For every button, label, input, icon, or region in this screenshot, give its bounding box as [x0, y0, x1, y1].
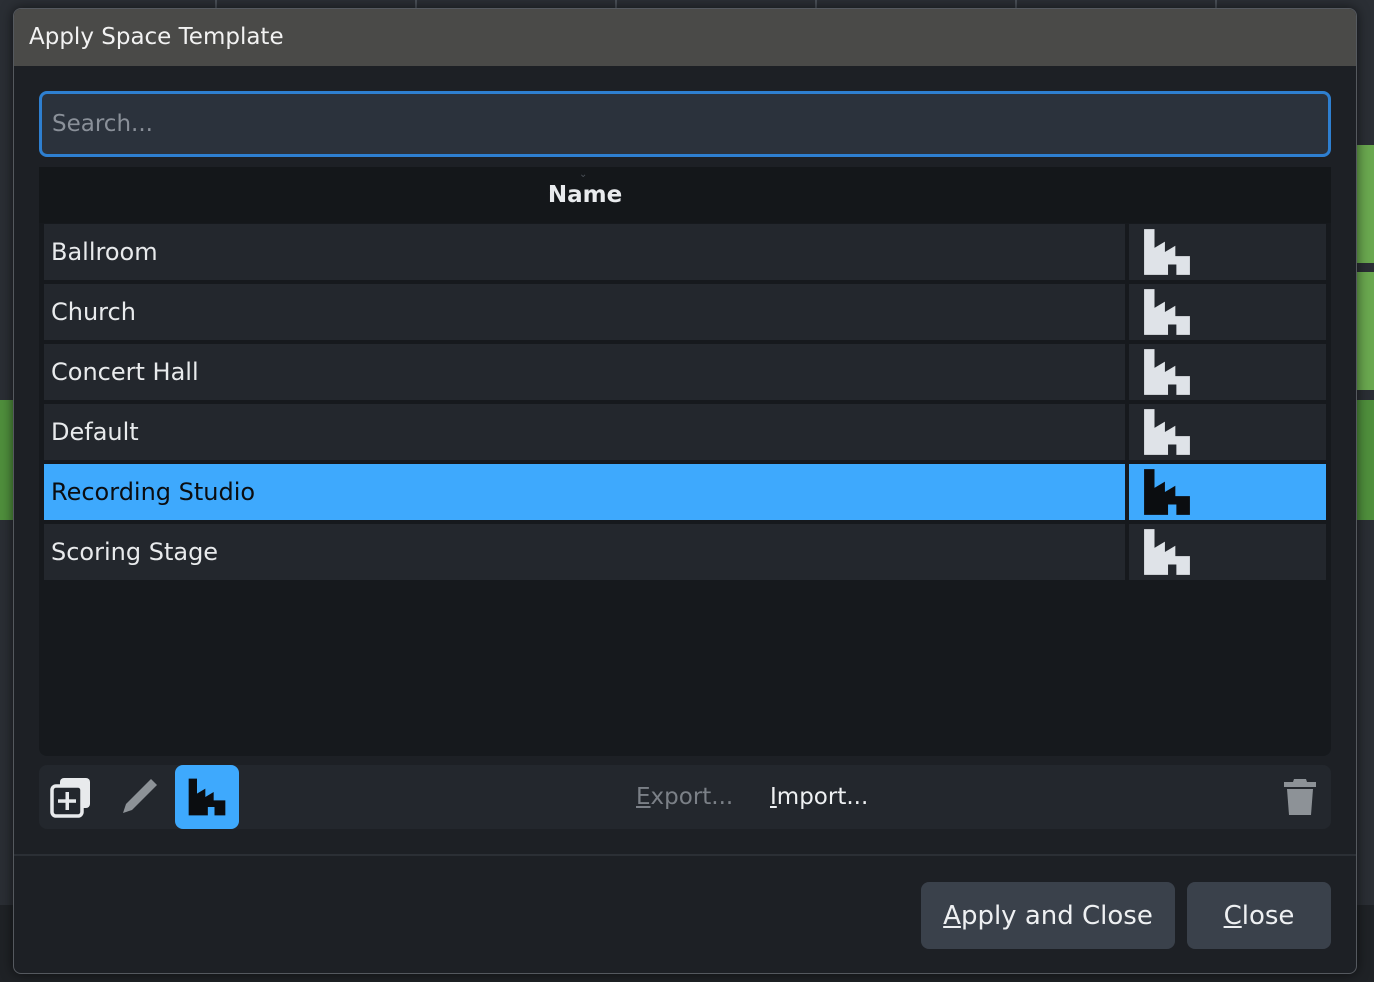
list-item[interactable]: Concert Hall: [44, 344, 1326, 400]
background-clip: [1356, 400, 1374, 520]
apply-and-close-button[interactable]: Apply and Close: [921, 882, 1175, 949]
list-item[interactable]: Church: [44, 284, 1326, 340]
template-name: Scoring Stage: [44, 524, 1125, 580]
close-button[interactable]: Close: [1187, 882, 1331, 949]
factory-icon: [188, 778, 226, 816]
dialog-title: Apply Space Template: [14, 9, 1356, 66]
factory-indicator-cell: [1129, 224, 1326, 280]
import-link[interactable]: Import...: [770, 765, 868, 829]
background-clip: [0, 400, 13, 520]
factory-icon: [1144, 529, 1190, 575]
factory-icon: [1144, 469, 1190, 515]
list-header: ⌄ Name: [39, 167, 1331, 223]
factory-icon: [1144, 349, 1190, 395]
template-name: Default: [44, 404, 1125, 460]
add-template-button[interactable]: [45, 765, 97, 829]
background-clip: [1356, 272, 1374, 390]
factory-indicator-cell: [1129, 524, 1326, 580]
factory-icon: [1144, 289, 1190, 335]
factory-icon: [1144, 229, 1190, 275]
apply-space-template-dialog: Apply Space Template ⌄ Name BallroomChur…: [13, 8, 1357, 974]
background-tick: [815, 0, 817, 8]
footer-separator: [14, 854, 1356, 856]
template-list: ⌄ Name Ballroom Church Concert Hall Default…: [39, 167, 1331, 756]
factory-icon: [1144, 409, 1190, 455]
factory-indicator-cell: [1129, 344, 1326, 400]
add-copy-icon: [50, 778, 90, 818]
trash-icon: [1284, 779, 1316, 815]
background-tick: [1215, 0, 1217, 8]
list-item[interactable]: Ballroom: [44, 224, 1326, 280]
factory-indicator-cell: [1129, 464, 1326, 520]
list-item[interactable]: Scoring Stage: [44, 524, 1326, 580]
template-toolbar: Export... Import...: [39, 765, 1331, 829]
edit-template-button[interactable]: [113, 765, 165, 829]
template-name: Concert Hall: [44, 344, 1125, 400]
list-item[interactable]: Recording Studio: [44, 464, 1326, 520]
export-link[interactable]: Export...: [636, 765, 733, 829]
template-name: Church: [44, 284, 1125, 340]
list-item[interactable]: Default: [44, 404, 1326, 460]
template-name: Recording Studio: [44, 464, 1125, 520]
pencil-icon: [123, 779, 157, 813]
background-tick: [615, 0, 617, 8]
background-tick: [415, 0, 417, 8]
factory-indicator-cell: [1129, 284, 1326, 340]
column-header-name[interactable]: Name: [39, 167, 1131, 223]
factory-filter-toggle[interactable]: [175, 765, 239, 829]
factory-indicator-cell: [1129, 404, 1326, 460]
delete-template-button[interactable]: [1275, 765, 1325, 829]
template-name: Ballroom: [44, 224, 1125, 280]
background-tick: [215, 0, 217, 8]
background-clip: [1356, 145, 1374, 263]
background-tick: [1015, 0, 1017, 8]
search-input[interactable]: [39, 91, 1331, 157]
